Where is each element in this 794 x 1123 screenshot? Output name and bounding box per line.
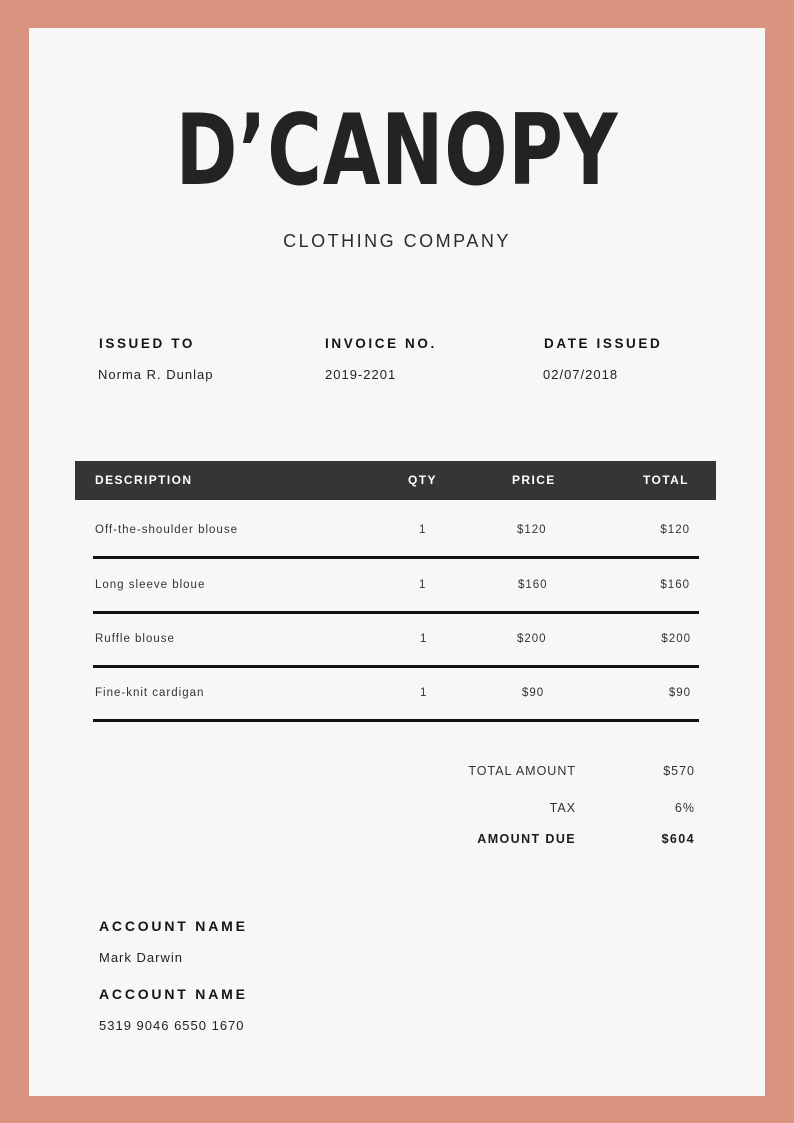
total-amount-value: $570 xyxy=(663,764,695,778)
header-total: TOTAL xyxy=(643,473,689,487)
row-price: $120 xyxy=(517,524,547,536)
date-issued-label: DATE ISSUED xyxy=(544,336,663,351)
row-price: $200 xyxy=(517,633,547,645)
row-description: Fine-knit cardigan xyxy=(95,687,205,699)
row-description: Off-the-shoulder blouse xyxy=(95,524,238,536)
row-qty: 1 xyxy=(420,687,428,699)
table-row: Ruffle blouse 1 $200 $200 xyxy=(93,614,699,668)
row-price: $90 xyxy=(522,687,545,699)
date-issued-value: 02/07/2018 xyxy=(543,367,619,382)
row-qty: 1 xyxy=(419,524,427,536)
account-number-label: ACCOUNT NAME xyxy=(99,986,248,1002)
table-row: Fine-knit cardigan 1 $90 $90 xyxy=(93,668,699,722)
invoice-no-label: INVOICE NO. xyxy=(325,336,437,351)
amount-due-value: $604 xyxy=(661,832,695,846)
amount-due-label: AMOUNT DUE xyxy=(477,832,576,846)
row-description: Long sleeve bloue xyxy=(95,579,206,591)
row-description: Ruffle blouse xyxy=(95,633,175,645)
total-amount-label: TOTAL AMOUNT xyxy=(468,764,576,778)
invoice-page: D’CANOPY CLOTHING COMPANY ISSUED TO Norm… xyxy=(29,28,765,1096)
table-row: Off-the-shoulder blouse 1 $120 $120 xyxy=(93,505,699,559)
tax-value: 6% xyxy=(674,801,695,815)
issued-to-label: ISSUED TO xyxy=(99,336,195,351)
brand-name: D’CANOPY xyxy=(175,94,619,208)
row-divider xyxy=(93,556,699,559)
account-name-label: ACCOUNT NAME xyxy=(99,918,248,934)
row-total: $200 xyxy=(661,633,691,645)
row-total: $120 xyxy=(660,524,690,536)
table-header: DESCRIPTION QTY PRICE TOTAL xyxy=(75,461,716,500)
header-qty: QTY xyxy=(408,473,437,487)
issued-to-value: Norma R. Dunlap xyxy=(98,367,214,382)
account-number-value: 5319 9046 6550 1670 xyxy=(99,1018,245,1033)
tax-label: TAX xyxy=(549,801,576,815)
row-qty: 1 xyxy=(420,633,428,645)
header-price: PRICE xyxy=(512,473,556,487)
row-qty: 1 xyxy=(419,579,427,591)
invoice-no-value: 2019-2201 xyxy=(325,367,397,382)
row-price: $160 xyxy=(518,579,548,591)
header-description: DESCRIPTION xyxy=(95,473,193,487)
brand-tagline: CLOTHING COMPANY xyxy=(283,231,511,251)
row-total: $160 xyxy=(660,579,690,591)
table-row: Long sleeve bloue 1 $160 $160 xyxy=(93,560,699,614)
account-name-value: Mark Darwin xyxy=(99,950,183,965)
row-total: $90 xyxy=(668,687,691,699)
row-divider xyxy=(93,719,699,722)
